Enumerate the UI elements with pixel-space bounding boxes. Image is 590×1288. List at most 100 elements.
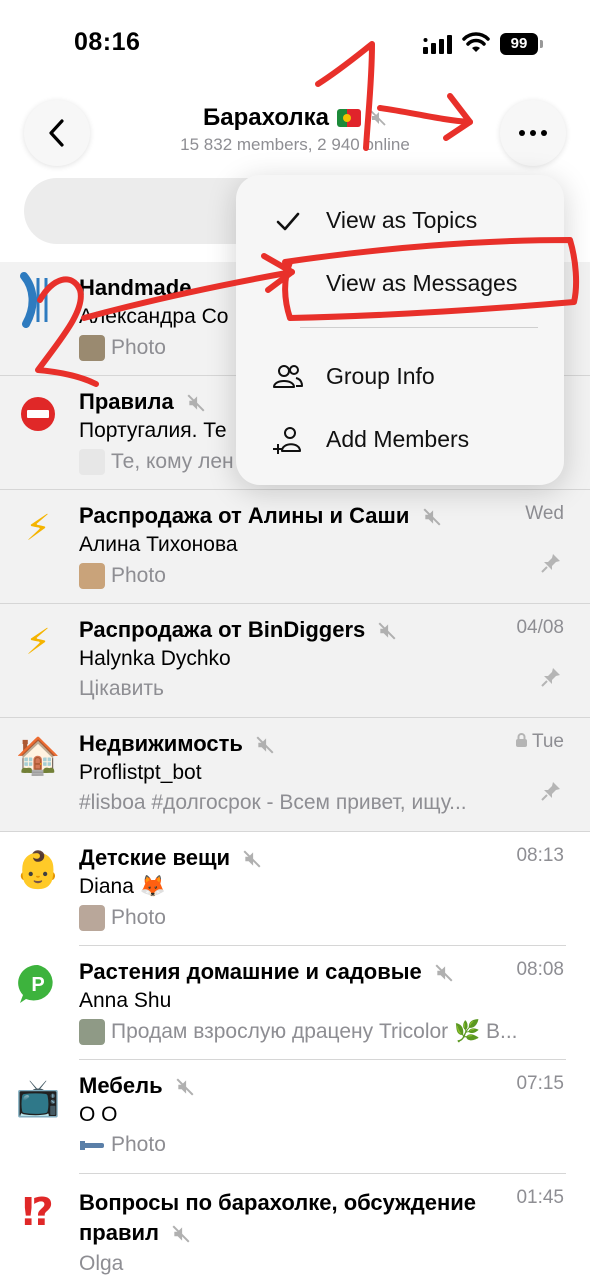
topic-preview: Продам взрослую драцену Tricolor 🌿 В... [79,1019,518,1045]
menu-item-group-info[interactable]: Group Info [236,345,564,407]
topic-row[interactable]: ⁉ Вопросы по барахолке, обсуждение прави… [0,1174,590,1288]
baby-icon: 👶 [15,849,61,890]
muted-icon [378,622,396,640]
topic-row[interactable]: P Растения домашние и садовые 08:08 Anna… [0,946,590,1060]
topic-preview: Те, кому лен [79,449,234,475]
wifi-icon [462,32,490,52]
topic-sender: Halynka Dychko [79,647,231,670]
topic-time: Tue [515,731,564,753]
photo-thumbnail [79,335,105,361]
menu-item-view-as-topics[interactable]: View as Topics [236,189,564,251]
back-button[interactable] [24,100,90,166]
topic-preview: Photo [79,1133,166,1157]
menu-item-view-as-messages[interactable]: View as Messages [236,252,564,314]
status-bar: 08:16 99 [0,0,590,90]
photo-thumbnail [79,1019,105,1045]
topic-sender: Алина Тихонова [79,533,238,556]
chat-header[interactable]: Барахолка 15 832 members, 2 940 online [130,104,460,155]
svg-text:P: P [31,974,44,996]
topic-name: Детские вещи [79,845,262,871]
topic-name: Растения домашние и садовые [79,959,454,985]
muted-icon [256,736,274,754]
topic-name: Распродажа от BinDiggers [79,617,397,643]
topic-row[interactable]: 👶 Детские вещи 08:13 Diana 🦊 Photo [0,832,590,946]
cellular-signal-icon [423,35,452,54]
topic-row[interactable]: 📺 Мебель 07:15 О О Photo [0,1060,590,1174]
pin-icon [541,554,560,573]
muted-icon [370,110,386,126]
menu-separator [300,327,538,328]
chat-title: Барахолка [203,104,387,132]
topic-name: Распродажа от Алины и Саши [79,503,442,529]
topic-sender: Diana 🦊 [79,875,166,898]
menu-item-label: View as Topics [326,207,478,233]
topic-avatar: 🏠 [14,732,62,780]
lightning-icon: ⚡ [25,621,51,662]
checkmark-icon [276,212,300,231]
television-icon: 📺 [15,1077,61,1118]
lock-icon [515,733,527,747]
topic-avatar: 👶 [14,846,62,894]
topic-name: Handmade [79,275,192,300]
muted-icon [423,508,441,526]
topic-sender: Olga [79,1252,124,1275]
add-person-icon [273,427,301,454]
topic-sender: Португалия. Те [79,419,227,442]
portugal-flag-icon [337,109,362,127]
speech-bubble-p-icon: P [18,964,53,1003]
topic-avatar [14,272,62,328]
topic-time: 08:13 [516,845,564,866]
muted-icon [176,1078,194,1096]
battery-indicator: 99 [500,33,538,55]
more-button[interactable] [500,100,566,166]
topic-preview: Photo [79,563,166,589]
topic-avatar [14,390,62,438]
topic-time: 07:15 [516,1073,564,1094]
topic-time: 01:45 [516,1187,564,1208]
topic-avatar: ⚡ [14,504,62,552]
no-entry-icon [21,397,55,431]
topic-time: 04/08 [516,617,564,638]
topic-preview: #lisboa #долгосрок - Всем привет, ищу... [79,791,467,814]
topic-sender: Александра Со [79,305,229,328]
muted-icon [435,964,453,982]
topic-avatar: P [14,960,62,1008]
pin-icon [541,782,560,801]
photo-thumbnail [79,905,105,931]
topic-sender: Anna Shu [79,989,172,1012]
lightning-icon: ⚡ [25,507,51,548]
topic-row[interactable]: 🏠 Недвижимость Tue Proflistpt_bot #lisbo… [0,718,590,832]
muted-icon [243,850,261,868]
menu-item-label: Group Info [326,363,435,389]
topic-name: Правила [79,389,206,415]
topic-sender: О О [79,1103,118,1126]
sardine-logo-icon [20,272,48,328]
bed-thumbnail [80,1141,104,1150]
chat-title-text: Барахолка [202,104,330,131]
menu-item-label: Add Members [326,426,470,452]
menu-item-label: View as Messages [326,270,518,296]
topic-row[interactable]: ⚡ Распродажа от BinDiggers 04/08 Halynka… [0,604,590,718]
photo-thumbnail [79,563,105,589]
topic-row[interactable]: ⚡ Распродажа от Алины и Саши Wed Алина Т… [0,490,590,604]
chevron-left-icon [49,119,64,147]
chat-subtitle: 15 832 members, 2 940 online [180,135,410,154]
house-icon: 🏠 [15,735,61,776]
battery-cap [540,40,543,48]
topic-name: Вопросы по барахолке, обсуждение правил [79,1190,477,1245]
people-icon [273,365,303,388]
topic-name: Мебель [79,1073,195,1099]
topic-name: Недвижимость [79,731,275,757]
topic-time: 08:08 [516,959,564,980]
pin-icon [541,668,560,687]
topic-time: Wed [525,503,564,524]
muted-icon [187,394,205,412]
topic-avatar: ⚡ [14,618,62,666]
status-time: 08:16 [74,28,141,56]
topic-preview: Photo [79,905,166,931]
menu-item-add-members[interactable]: Add Members [236,408,564,470]
topic-preview: Photo [79,335,166,361]
muted-icon [172,1225,190,1243]
topic-avatar: 📺 [14,1074,62,1122]
document-thumbnail [79,449,105,475]
